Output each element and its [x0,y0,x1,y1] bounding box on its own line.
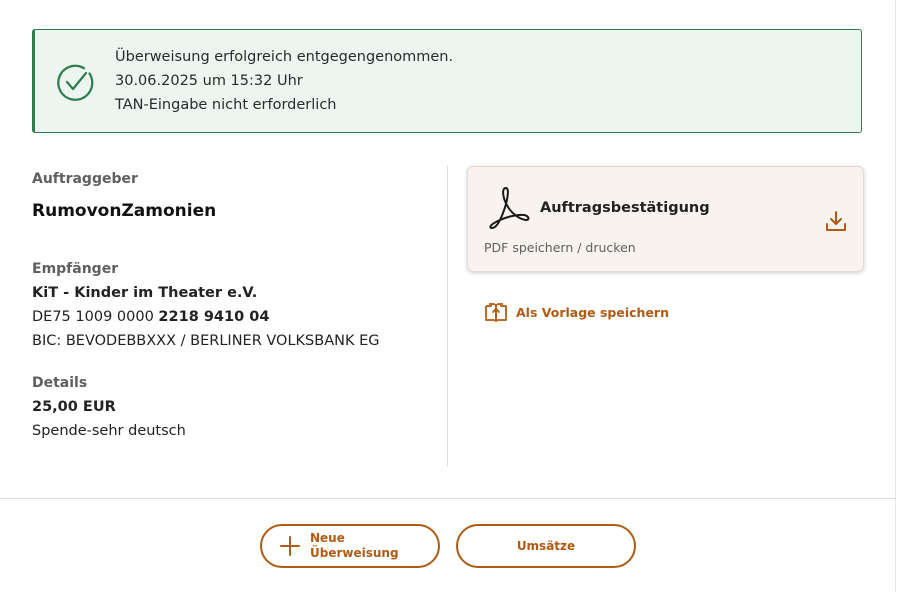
footer-divider [0,498,896,499]
page-right-border [895,0,896,592]
check-circle-icon [57,64,94,101]
tan-note: TAN-Eingabe nicht erforderlich [115,97,337,113]
card-title: Auftragsbestätigung [540,200,710,216]
success-message: Überweisung erfolgreich entgegengenommen… [115,49,454,65]
card-subtitle: PDF speichern / drucken [484,240,636,255]
pdf-icon [489,187,530,229]
save-as-template-label: Als Vorlage speichern [516,304,669,320]
success-banner: Überweisung erfolgreich entgegengenommen… [32,29,862,133]
download-icon[interactable] [824,209,848,233]
auftraggeber-name: RumovonZamonien [32,201,217,221]
empfaenger-name: KiT - Kinder im Theater e.V. [32,285,258,301]
plus-icon [280,536,300,556]
iban-prefix: DE75 1009 0000 [32,309,154,325]
iban-suffix: 2218 9410 04 [158,309,270,325]
transactions-button[interactable]: Umsätze [456,524,636,568]
details-label: Details [32,375,88,391]
success-timestamp: 30.06.2025 um 15:32 Uhr [115,73,303,89]
new-transfer-label: Neue Überweisung [310,531,399,560]
column-divider [447,166,448,466]
book-upload-icon [485,303,507,322]
auftraggeber-label: Auftraggeber [32,171,138,187]
details-purpose: Spende-sehr deutsch [32,423,186,439]
empfaenger-bic: BIC: BEVODEBBXXX / BERLINER VOLKSBANK EG [32,333,380,349]
save-as-template-link[interactable]: Als Vorlage speichern [484,300,669,324]
new-transfer-button[interactable]: Neue Überweisung [260,524,440,568]
empfaenger-label: Empfänger [32,261,119,277]
empfaenger-iban: DE75 1009 0000 2218 9410 04 [32,309,269,325]
order-confirmation-card[interactable]: Auftragsbestätigung PDF speichern / druc… [467,166,864,272]
details-amount: 25,00 EUR [32,399,116,415]
